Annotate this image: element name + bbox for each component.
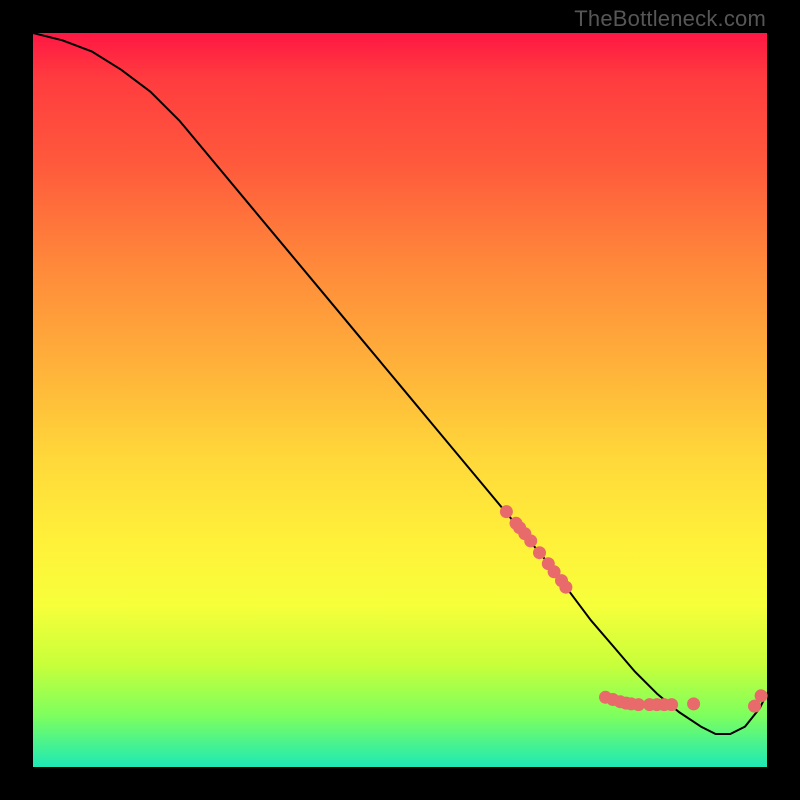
data-marker [755,689,768,702]
data-marker [632,698,645,711]
data-markers [500,505,768,712]
data-marker [500,505,513,518]
data-marker [687,697,700,710]
data-marker [533,546,546,559]
chart-svg [33,33,767,767]
plot-area [33,33,767,767]
bottleneck-curve [33,33,767,734]
data-marker [559,581,572,594]
data-marker [524,534,537,547]
data-marker [665,698,678,711]
watermark-text: TheBottleneck.com [574,6,766,32]
chart-frame: TheBottleneck.com [0,0,800,800]
